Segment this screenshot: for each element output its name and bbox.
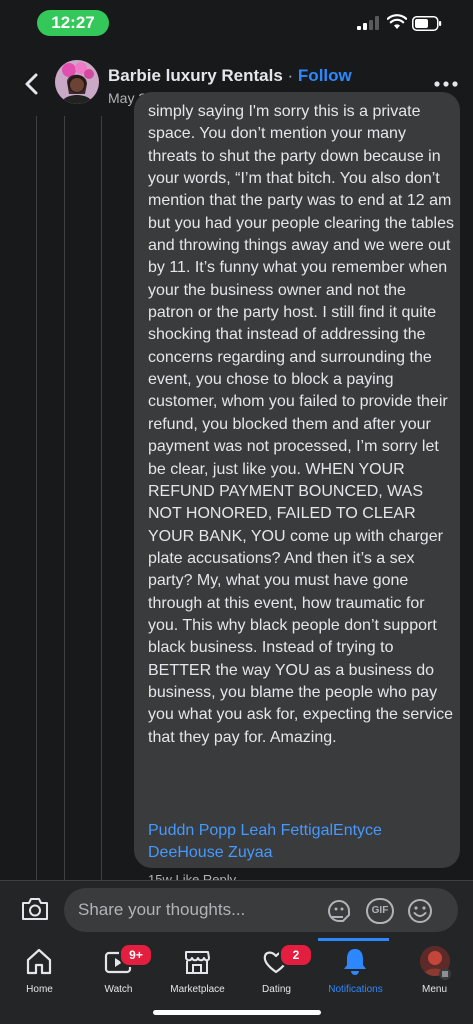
nav-dating-label: Dating: [262, 984, 291, 995]
nav-marketplace-label: Marketplace: [170, 984, 225, 995]
page-name[interactable]: Barbie luxury Rentals: [108, 66, 283, 85]
page-avatar[interactable]: [55, 60, 99, 104]
follow-button[interactable]: Follow: [298, 66, 352, 85]
status-bar: 12:27: [0, 0, 473, 46]
comment-input-placeholder: Share your thoughts...: [78, 900, 246, 919]
page-avatar-image: [55, 60, 99, 104]
comment-text: simply saying I'm sorry this is a privat…: [148, 102, 454, 749]
thread-line: [101, 116, 102, 880]
wifi-icon: [387, 14, 407, 29]
status-time: 12:27: [37, 10, 109, 36]
comment-input[interactable]: Share your thoughts... GIF: [64, 888, 458, 932]
thread-line: [64, 116, 65, 880]
name-separator: ·: [287, 66, 294, 85]
thread-line: [36, 116, 37, 880]
watch-badge: 9+: [119, 943, 153, 967]
nav-home-label: Home: [26, 984, 53, 995]
bell-icon: [344, 949, 366, 975]
gif-button[interactable]: GIF: [366, 898, 394, 924]
emoji-icon[interactable]: [406, 897, 434, 925]
menu-lines-icon: [439, 968, 451, 980]
comment-mentions[interactable]: Puddn Popp Leah FettigalEntyce DeeHouse …: [148, 820, 448, 865]
battery-icon: [412, 16, 442, 31]
home-icon: [26, 948, 52, 975]
home-indicator: [153, 1010, 321, 1015]
nav-notifications[interactable]: Notifications: [316, 938, 395, 1008]
camera-icon[interactable]: [20, 896, 50, 922]
nav-watch[interactable]: 9+ Watch: [79, 938, 158, 1008]
page-name-row: Barbie luxury Rentals · Follow: [108, 66, 352, 86]
marketplace-icon: [185, 951, 210, 974]
nav-marketplace[interactable]: Marketplace: [158, 938, 237, 1008]
cellular-signal-icon: [357, 16, 379, 30]
comment-bubble[interactable]: simply saying I'm sorry this is a privat…: [134, 92, 460, 868]
nav-menu-label: Menu: [421, 984, 447, 995]
sticker-icon[interactable]: [325, 897, 353, 925]
back-arrow-icon[interactable]: [18, 70, 46, 98]
nav-home[interactable]: Home: [0, 938, 79, 1008]
more-options-icon[interactable]: [434, 80, 458, 88]
comment-partial-line: simply saying I'm sorry this is a privat…: [148, 103, 421, 120]
comment-body: space. You don’t mention your many threa…: [148, 125, 454, 746]
nav-menu[interactable]: Menu: [395, 938, 473, 1008]
comment-composer: Share your thoughts... GIF: [0, 880, 473, 938]
nav-watch-label: Watch: [104, 984, 133, 995]
nav-notifications-label: Notifications: [328, 984, 383, 995]
dating-badge: 2: [279, 943, 313, 967]
nav-dating[interactable]: 2 Dating: [237, 938, 316, 1008]
